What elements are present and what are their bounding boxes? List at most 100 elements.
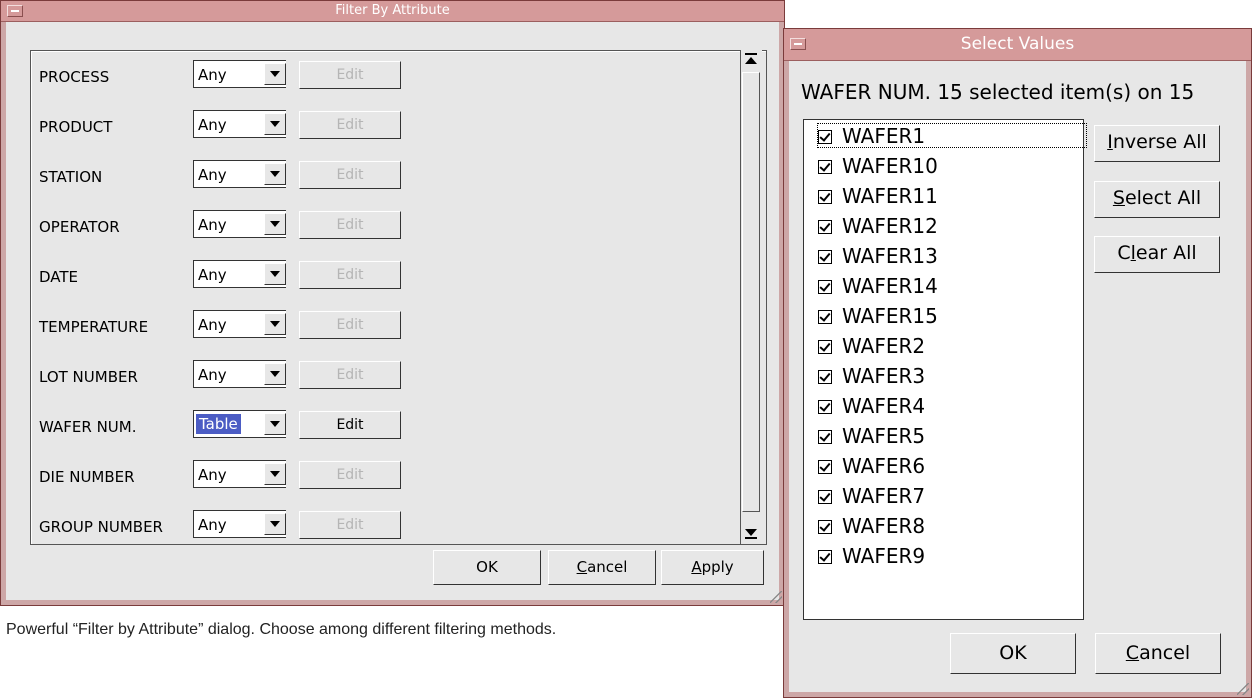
dropdown-arrow-icon[interactable] bbox=[264, 413, 286, 435]
clear-all-label: Clear All bbox=[1117, 242, 1197, 264]
value-list-item[interactable]: WAFER2 bbox=[818, 334, 925, 358]
value-list-item[interactable]: WAFER13 bbox=[818, 244, 938, 268]
window-menu-icon[interactable] bbox=[7, 5, 23, 17]
attribute-label: PROCESS bbox=[39, 68, 110, 86]
filter-method-select[interactable]: Table bbox=[193, 410, 286, 438]
checked-checkbox-icon[interactable] bbox=[818, 370, 832, 384]
attribute-label: WAFER NUM. bbox=[39, 418, 137, 436]
filter-by-attribute-window: Filter By Attribute PROCESS Any Edit PRODUC… bbox=[0, 0, 785, 606]
resize-grip-icon[interactable] bbox=[770, 591, 782, 603]
filter-window-titlebar[interactable]: Filter By Attribute bbox=[1, 1, 784, 22]
scroll-down-arrow-icon[interactable] bbox=[745, 529, 757, 536]
scroll-up-line bbox=[745, 53, 757, 55]
edit-button[interactable]: Edit bbox=[299, 411, 401, 439]
filter-method-value: Any bbox=[198, 466, 227, 484]
filter-method-select[interactable]: Any bbox=[193, 460, 286, 488]
select-ok-button[interactable]: OK bbox=[950, 633, 1076, 674]
checked-checkbox-icon[interactable] bbox=[818, 550, 832, 564]
value-list-item[interactable]: WAFER10 bbox=[818, 154, 938, 178]
checked-checkbox-icon[interactable] bbox=[818, 250, 832, 264]
dropdown-arrow-icon[interactable] bbox=[264, 213, 286, 235]
edit-button: Edit bbox=[299, 311, 401, 339]
select-all-button[interactable]: Select All bbox=[1094, 181, 1220, 218]
value-list-item[interactable]: WAFER14 bbox=[818, 274, 938, 298]
filter-apply-button[interactable]: Apply bbox=[661, 550, 764, 585]
filter-method-value: Any bbox=[198, 316, 227, 334]
selection-summary: WAFER NUM. 15 selected item(s) on 15 bbox=[801, 80, 1195, 104]
checked-checkbox-icon[interactable] bbox=[818, 490, 832, 504]
checked-checkbox-icon[interactable] bbox=[818, 160, 832, 174]
value-label: WAFER10 bbox=[842, 154, 938, 178]
filter-method-select[interactable]: Any bbox=[193, 60, 286, 88]
value-label: WAFER7 bbox=[842, 484, 926, 508]
value-label: WAFER9 bbox=[842, 544, 926, 568]
checked-checkbox-icon[interactable] bbox=[818, 130, 832, 144]
value-list-item[interactable]: WAFER5 bbox=[818, 424, 925, 448]
checked-checkbox-icon[interactable] bbox=[818, 430, 832, 444]
value-list-item[interactable]: WAFER4 bbox=[818, 394, 926, 418]
values-list[interactable]: WAFER1 WAFER10 WAFER11 WAFER12 WAFER13 WAFER1… bbox=[803, 119, 1087, 620]
filter-method-value: Any bbox=[198, 266, 227, 284]
filter-method-select[interactable]: Any bbox=[193, 210, 286, 238]
dropdown-arrow-icon[interactable] bbox=[264, 163, 286, 185]
value-list-item[interactable]: WAFER6 bbox=[818, 454, 925, 478]
filter-method-select[interactable]: Any bbox=[193, 510, 286, 538]
checked-checkbox-icon[interactable] bbox=[818, 220, 832, 234]
filter-ok-button[interactable]: OK bbox=[433, 550, 541, 585]
checked-checkbox-icon[interactable] bbox=[818, 460, 832, 474]
value-list-item[interactable]: WAFER8 bbox=[818, 514, 926, 538]
dropdown-arrow-icon[interactable] bbox=[264, 63, 286, 85]
filter-cancel-label: Cancel bbox=[576, 558, 628, 576]
inverse-all-label: Inverse All bbox=[1107, 131, 1207, 153]
dropdown-arrow-icon[interactable] bbox=[264, 263, 286, 285]
filter-method-select[interactable]: Any bbox=[193, 160, 286, 188]
dropdown-arrow-icon[interactable] bbox=[264, 463, 286, 485]
attribute-label: GROUP NUMBER bbox=[39, 518, 163, 536]
resize-grip-icon[interactable] bbox=[1237, 683, 1249, 695]
checked-checkbox-icon[interactable] bbox=[818, 400, 832, 414]
value-list-item[interactable]: WAFER12 bbox=[818, 214, 938, 238]
dropdown-arrow-icon[interactable] bbox=[264, 363, 286, 385]
filter-cancel-button[interactable]: Cancel bbox=[548, 550, 656, 585]
clear-all-button[interactable]: Clear All bbox=[1094, 236, 1220, 273]
filter-method-value: Table bbox=[196, 414, 241, 434]
value-label: WAFER8 bbox=[842, 514, 926, 538]
select-window-titlebar[interactable]: Select Values bbox=[784, 29, 1251, 61]
filter-ok-label: OK bbox=[476, 558, 498, 576]
dropdown-arrow-icon[interactable] bbox=[264, 513, 286, 535]
dropdown-arrow-icon[interactable] bbox=[264, 113, 286, 135]
select-ok-label: OK bbox=[999, 642, 1027, 664]
checked-checkbox-icon[interactable] bbox=[818, 310, 832, 324]
checked-checkbox-icon[interactable] bbox=[818, 340, 832, 354]
checked-checkbox-icon[interactable] bbox=[818, 520, 832, 534]
inverse-all-button[interactable]: Inverse All bbox=[1094, 125, 1220, 162]
value-list-item[interactable]: WAFER11 bbox=[818, 184, 938, 208]
scroll-down-line bbox=[745, 537, 757, 539]
filter-method-select[interactable]: Any bbox=[193, 360, 286, 388]
value-list-item[interactable]: WAFER9 bbox=[818, 544, 926, 568]
dropdown-arrow-icon[interactable] bbox=[264, 313, 286, 335]
filter-method-value: Any bbox=[198, 216, 227, 234]
scroll-up-arrow-icon[interactable] bbox=[745, 57, 757, 64]
scrollbar-thumb[interactable] bbox=[742, 72, 760, 512]
select-cancel-button[interactable]: Cancel bbox=[1095, 633, 1221, 674]
select-window-title: Select Values bbox=[960, 34, 1075, 54]
filter-method-select[interactable]: Any bbox=[193, 260, 286, 288]
attribute-row: DIE NUMBER Any Edit bbox=[39, 460, 739, 490]
value-list-item[interactable]: WAFER7 bbox=[818, 484, 926, 508]
value-list-item[interactable]: WAFER1 bbox=[817, 123, 1087, 148]
filter-method-select[interactable]: Any bbox=[193, 110, 286, 138]
value-label: WAFER15 bbox=[842, 304, 938, 328]
filter-window-title: Filter By Attribute bbox=[335, 3, 450, 18]
window-menu-icon[interactable] bbox=[790, 38, 806, 50]
value-list-item[interactable]: WAFER3 bbox=[818, 364, 925, 388]
checked-checkbox-icon[interactable] bbox=[818, 280, 832, 294]
edit-button: Edit bbox=[299, 261, 401, 289]
attribute-row: TEMPERATURE Any Edit bbox=[39, 310, 739, 340]
value-label: WAFER4 bbox=[842, 394, 926, 418]
value-list-item[interactable]: WAFER15 bbox=[818, 304, 938, 328]
attribute-list-scrollbar[interactable] bbox=[740, 50, 762, 544]
attribute-label: PRODUCT bbox=[39, 118, 113, 136]
checked-checkbox-icon[interactable] bbox=[818, 190, 832, 204]
filter-method-select[interactable]: Any bbox=[193, 310, 286, 338]
